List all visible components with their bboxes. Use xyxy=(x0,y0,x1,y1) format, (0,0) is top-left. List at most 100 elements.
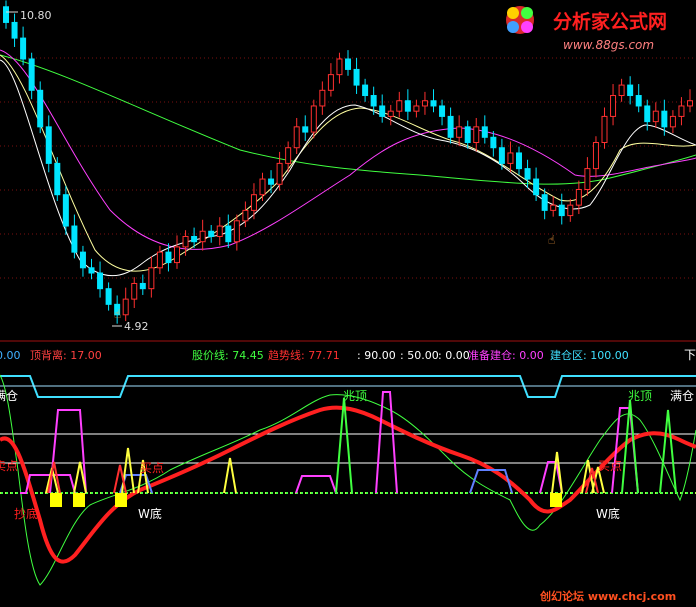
candle-up xyxy=(413,105,420,112)
legend-item: : 0.00 xyxy=(438,349,470,362)
candle-up xyxy=(250,194,257,211)
candle-up xyxy=(310,105,317,133)
hand-icon: ☝ xyxy=(114,307,121,321)
candle-up xyxy=(687,100,693,107)
candle-down xyxy=(20,37,27,60)
candle-down xyxy=(45,126,52,164)
ma-line-yellow xyxy=(0,54,696,272)
hand-icon-2: ☝ xyxy=(548,233,555,247)
candle-down xyxy=(54,162,61,196)
candle-up xyxy=(550,204,557,211)
candle-down xyxy=(404,100,411,112)
yellow-bars xyxy=(50,493,562,507)
candle-up xyxy=(592,142,599,170)
label-w-bottom-2: W底 xyxy=(596,506,620,521)
candle-down xyxy=(62,194,69,227)
label-down-right: 下 xyxy=(684,348,696,362)
label-w-bottom-1: W底 xyxy=(138,506,162,521)
candle-down xyxy=(464,126,471,144)
candle-up xyxy=(174,246,180,264)
legend-item: 股价线: 74.45 xyxy=(192,348,264,362)
legend-item: : 90.00 xyxy=(357,349,396,362)
high-price-label: 10.80 xyxy=(20,9,52,22)
candle-down xyxy=(302,126,309,133)
candle-down xyxy=(11,21,18,39)
candle-up xyxy=(148,267,155,290)
candle-up xyxy=(610,95,617,117)
main-grid xyxy=(0,57,696,279)
candle-up xyxy=(618,84,625,97)
candle-down xyxy=(208,230,215,237)
candle-down xyxy=(533,178,540,196)
candle-up xyxy=(122,298,129,316)
watermark-url: www.88gs.com xyxy=(563,38,654,52)
candle-up xyxy=(233,220,240,243)
indicator-legend: 0.00 顶背离: 17.00 股价线: 74.45 趋势线: 77.71: 90.0… xyxy=(0,348,629,362)
candle-up xyxy=(319,89,326,107)
label-top-1: 兆顶 xyxy=(343,389,367,403)
candle-up xyxy=(216,225,223,237)
candle-up xyxy=(387,110,394,117)
label-full-left: 满仓 xyxy=(0,389,18,403)
candle-down xyxy=(88,267,95,274)
watermark-logo: 分析家公式网 www.88gs.com xyxy=(506,6,667,52)
legend-item: 顶背离: 17.00 xyxy=(30,348,102,362)
candle-down xyxy=(268,178,275,185)
candle-down xyxy=(541,194,548,211)
candle-up xyxy=(131,282,138,300)
candle-up xyxy=(182,235,189,248)
ma-line-magenta xyxy=(0,49,696,250)
label-buy-1: 买点 xyxy=(140,461,164,475)
ma-line-white xyxy=(0,59,696,277)
stock-chart: 10.80 4.92 ☝ ☝ 分析家公式网 www.88gs.com 0.00 顶… xyxy=(0,0,696,603)
candle-up xyxy=(396,100,403,112)
label-full-right: 满仓 xyxy=(670,389,694,403)
candle-down xyxy=(627,84,634,97)
candle-down xyxy=(345,58,351,70)
legend-item: 建仓区: 100.00 xyxy=(550,348,629,362)
candle-down xyxy=(191,235,198,243)
candle-down xyxy=(71,225,78,253)
label-buy-2: 买点 xyxy=(598,459,622,473)
low-price-label: 4.92 xyxy=(124,320,149,333)
candle-up xyxy=(456,126,463,138)
label-sell-left: 卖点 xyxy=(0,459,18,473)
candle-up xyxy=(156,251,163,269)
candle-up xyxy=(678,105,685,117)
label-bottom-buy: 抄底 xyxy=(14,506,38,521)
candle-up xyxy=(293,126,300,149)
candle-down xyxy=(362,84,369,97)
candle-down xyxy=(79,251,86,269)
candle-down xyxy=(635,95,642,107)
candle-down xyxy=(105,288,112,305)
candle-down xyxy=(28,58,35,91)
candle-down xyxy=(481,126,488,138)
watermark-brand: 分析家公式网 xyxy=(553,10,667,33)
candle-down xyxy=(524,168,531,180)
legend-item: 准备建仓: 0.00 xyxy=(468,348,544,362)
candle-down xyxy=(379,105,386,117)
candle-up xyxy=(285,147,292,164)
candle-down xyxy=(661,110,668,128)
candle-down xyxy=(430,100,437,107)
candle-up xyxy=(199,230,206,243)
candle-up xyxy=(276,162,283,185)
candle-down xyxy=(516,152,522,170)
candle-up xyxy=(473,126,480,144)
candle-down xyxy=(139,282,146,290)
candle-up xyxy=(601,115,608,144)
candle-up xyxy=(584,168,591,190)
candle-up xyxy=(652,110,659,123)
candle-down xyxy=(165,251,172,264)
candle-up xyxy=(242,209,249,222)
candle-down xyxy=(3,6,9,23)
candle-down xyxy=(558,204,565,217)
legend-item: 趋势线: 77.71 xyxy=(268,348,340,362)
candle-down xyxy=(498,147,505,164)
legend-item: : 50.00 xyxy=(400,349,439,362)
candle-up xyxy=(327,74,334,91)
candle-down xyxy=(447,115,454,138)
yellow-spikes xyxy=(45,447,605,494)
candle-up xyxy=(567,204,574,217)
label-top-2: 兆顶 xyxy=(628,389,652,403)
